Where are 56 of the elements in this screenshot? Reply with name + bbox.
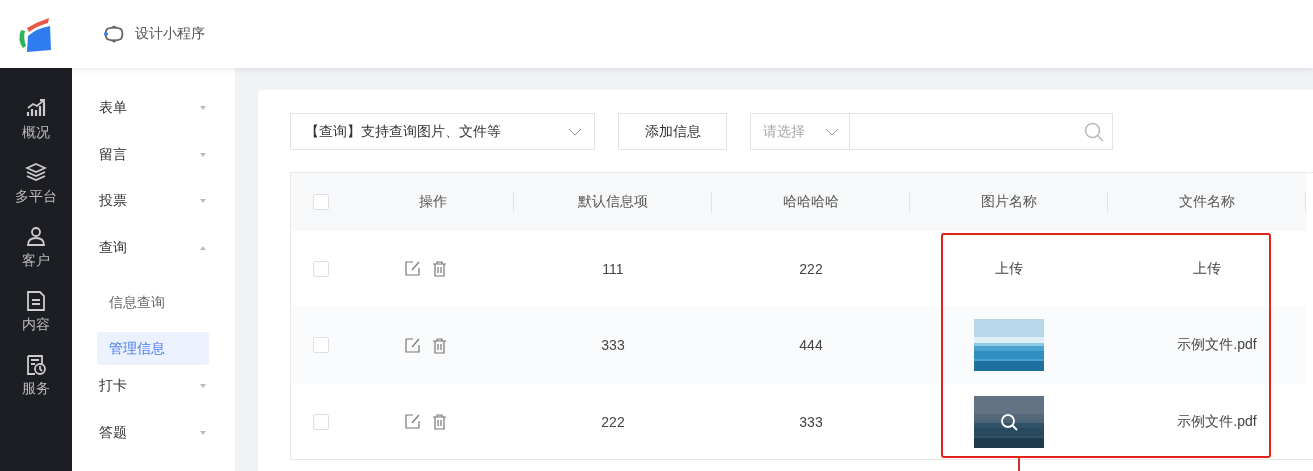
column-header: 操作: [351, 173, 514, 231]
table-cell-text: 111: [601, 259, 625, 279]
checkbox[interactable]: [313, 194, 329, 210]
nav-item[interactable]: 多平台: [0, 162, 72, 206]
table-cell: 444: [712, 306, 910, 384]
edit-icon[interactable]: [403, 413, 421, 430]
table-cell-text: 333: [798, 412, 824, 432]
menu-group[interactable]: 留言: [97, 131, 209, 178]
checkbox[interactable]: [313, 337, 329, 353]
column-header: 哈哈哈哈: [712, 173, 910, 231]
menu-group[interactable]: 打卡: [97, 363, 209, 410]
search-icon[interactable]: [1000, 412, 1018, 431]
menu-item[interactable]: 信息查询: [97, 286, 209, 319]
nav-item[interactable]: 内容: [0, 290, 72, 334]
caret-icon: [199, 151, 207, 158]
column-header: 图片名称: [910, 173, 1108, 231]
chevron-icon: [568, 127, 582, 136]
delete-icon[interactable]: [430, 260, 448, 277]
edit-icon[interactable]: [403, 260, 421, 277]
layers-icon: [25, 162, 47, 184]
document-icon: [25, 290, 47, 312]
app-title: 设计小程序: [135, 25, 205, 43]
menu-group[interactable]: 答题: [97, 409, 209, 456]
service-icon: [25, 354, 47, 376]
nav-item[interactable]: 概况: [0, 98, 72, 142]
caret-icon: [199, 105, 207, 112]
nav-item[interactable]: 客户: [0, 226, 72, 270]
file-name: 示例文件.pdf: [1176, 336, 1257, 354]
caret-icon: [199, 429, 207, 436]
chevron-icon: [825, 127, 839, 136]
menu-group[interactable]: 查询: [97, 224, 209, 271]
checkbox[interactable]: [313, 260, 329, 277]
caret-icon: [199, 198, 207, 205]
search-icon: [1084, 121, 1104, 142]
column-header: 文件名称: [1108, 173, 1306, 231]
query-select[interactable]: 【查询】支持查询图片、文件等: [290, 113, 595, 150]
nav-item[interactable]: 服务: [0, 354, 72, 398]
upload-link[interactable]: 上传: [1193, 259, 1221, 278]
column-header: 默认信息项: [514, 173, 712, 231]
user-icon: [25, 226, 47, 248]
upload-link[interactable]: 上传: [995, 259, 1023, 278]
caret-icon: [199, 244, 207, 251]
menu-group[interactable]: 表单: [97, 85, 209, 132]
table-cell-text: 222: [798, 259, 824, 279]
file-name: 示例文件.pdf: [1176, 412, 1257, 431]
caret-icon: [199, 383, 207, 390]
table-cell: 333: [514, 306, 712, 384]
delete-icon[interactable]: [430, 413, 448, 430]
delete-icon[interactable]: [430, 336, 448, 354]
menu-item[interactable]: 管理信息: [97, 332, 209, 365]
add-info-button[interactable]: 添加信息: [618, 113, 727, 150]
checkbox[interactable]: [313, 413, 329, 430]
edit-icon[interactable]: [403, 336, 421, 354]
search-field[interactable]: [850, 113, 1113, 150]
menu-group[interactable]: 投票: [97, 178, 209, 225]
table-cell-text: 222: [600, 412, 626, 432]
